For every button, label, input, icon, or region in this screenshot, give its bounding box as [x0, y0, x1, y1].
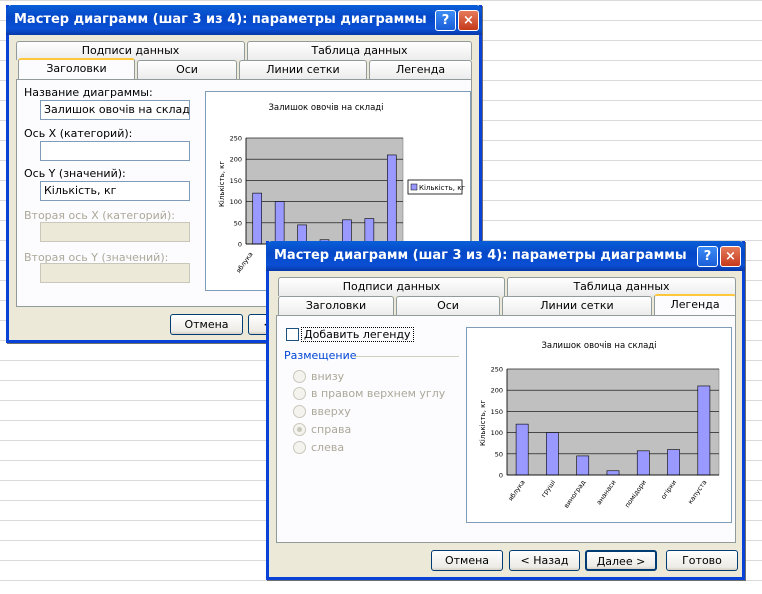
close-button[interactable]: ×	[458, 10, 479, 31]
y-tick-label: 100	[230, 198, 242, 206]
bar	[274, 201, 285, 245]
chart-title-label: Название диаграммы:	[24, 86, 153, 99]
help-button[interactable]: ?	[435, 10, 456, 31]
x-tick-label: яблука	[234, 251, 254, 275]
y-tick-label: 50	[234, 219, 242, 227]
tab-titles[interactable]: Заголовки	[18, 58, 135, 79]
radio-right-label: справа	[311, 423, 352, 436]
y-tick-label: 200	[230, 156, 242, 164]
back-button[interactable]: < Назад	[509, 550, 580, 571]
y-tick-label: 150	[491, 408, 503, 416]
x-tick-label: груші	[540, 478, 558, 498]
radio-top-right-label: в правом верхнем углу	[311, 387, 446, 400]
bar	[606, 470, 620, 476]
x-tick-label: капуста	[686, 479, 708, 506]
y-axis-title: Кількість, кг	[479, 400, 487, 446]
cancel-button[interactable]: Отмена	[170, 314, 243, 335]
tab-axes[interactable]: Оси	[396, 296, 500, 315]
y-axis-title-label: Ось Y (значений):	[24, 167, 126, 180]
x2-axis-title-label: Вторая ось X (категорий):	[24, 209, 175, 222]
y-tick-label: 50	[495, 450, 503, 458]
plot-background	[506, 368, 720, 476]
tab-legend[interactable]: Легенда	[654, 294, 736, 315]
legend-label: Кількість, кг	[419, 184, 465, 192]
plot-area: 0 50 100 150 200 250 яблука груші виноград ананас…	[491, 366, 720, 510]
chart-title-input[interactable]: Залишок овочів на складі	[40, 100, 190, 120]
y2-axis-title-input	[40, 263, 190, 283]
radio-left	[293, 441, 306, 454]
dialog-title: Мастер диаграмм (шаг 3 из 4): параметры …	[274, 248, 687, 263]
dialog-title-bar[interactable]: Мастер диаграмм (шаг 3 из 4): параметры …	[6, 5, 482, 35]
y-tick-label: 0	[238, 241, 242, 249]
x-tick-label: яблука	[507, 479, 527, 503]
x-axis-title-input[interactable]	[40, 141, 190, 161]
x-tick-label: помідори	[623, 479, 648, 510]
bar	[515, 423, 529, 476]
x2-axis-title-input	[40, 222, 190, 242]
y-tick-label: 250	[230, 135, 242, 143]
tab-data-table[interactable]: Таблица данных	[247, 41, 472, 60]
x-axis-title-label: Ось X (категорий):	[24, 127, 133, 140]
plot-background	[245, 137, 404, 245]
radio-top	[293, 405, 306, 418]
bar	[636, 450, 650, 476]
next-button[interactable]: Далее >	[585, 550, 657, 571]
x-tick-label: огірки	[659, 479, 678, 501]
tab-legend[interactable]: Легенда	[369, 60, 472, 79]
close-button[interactable]: ×	[720, 246, 741, 267]
x-tick-label: виноград	[562, 478, 587, 509]
radio-bottom	[293, 370, 306, 383]
bar	[387, 154, 397, 245]
add-legend-checkbox[interactable]	[286, 328, 299, 341]
bar	[697, 385, 711, 476]
legend-swatch	[410, 183, 418, 191]
cancel-button[interactable]: Отмена	[431, 550, 503, 571]
finish-button[interactable]: Готово	[666, 550, 738, 571]
placement-group-divider	[353, 356, 459, 357]
chart-title: Залишок овочів на складі	[541, 341, 656, 351]
radio-right	[293, 423, 306, 436]
y-tick-label: 150	[230, 177, 242, 185]
y-tick-label: 100	[491, 429, 503, 437]
chart-preview: Залишок овочів на складі Кількість, кг 0…	[466, 327, 732, 523]
x-tick-label: ананаси	[595, 479, 618, 507]
placement-group-label: Размещение	[284, 349, 357, 362]
plot-area: 0 50 100 150 200 250	[230, 135, 404, 249]
y-axis-title: Кількість, кг	[218, 161, 226, 207]
chart-title: Залишок овочів на складі	[268, 103, 383, 113]
bar	[667, 449, 680, 476]
y-axis-title-input[interactable]: Кількість, кг	[40, 181, 190, 201]
tab-data-labels[interactable]: Подписи данных	[278, 277, 505, 296]
add-legend-label[interactable]: Добавить легенду	[301, 327, 414, 342]
bar	[576, 455, 590, 476]
bar	[546, 432, 559, 476]
tab-titles[interactable]: Заголовки	[278, 296, 394, 315]
tab-gridlines[interactable]: Линии сетки	[502, 296, 652, 315]
help-button[interactable]: ?	[697, 246, 718, 267]
dialog-title-bar[interactable]: Мастер диаграмм (шаг 3 из 4): параметры …	[266, 241, 745, 271]
radio-top-label: вверху	[311, 405, 351, 418]
radio-top-right	[293, 387, 306, 400]
tab-axes[interactable]: Оси	[137, 60, 237, 79]
y-tick-label: 0	[499, 472, 503, 480]
radio-left-label: слева	[311, 441, 345, 454]
chart-wizard-dialog-front: Мастер диаграмм (шаг 3 из 4): параметры …	[266, 241, 745, 580]
y-tick-label: 250	[491, 366, 503, 374]
radio-bottom-label: внизу	[311, 370, 345, 383]
y-tick-label: 200	[491, 387, 503, 395]
bar	[252, 192, 263, 245]
dialog-title: Мастер диаграмм (шаг 3 из 4): параметры …	[14, 12, 427, 27]
preview-chart-front: Залишок овочів на складі Кількість, кг 0…	[479, 341, 720, 510]
tab-gridlines[interactable]: Линии сетки	[239, 60, 367, 79]
